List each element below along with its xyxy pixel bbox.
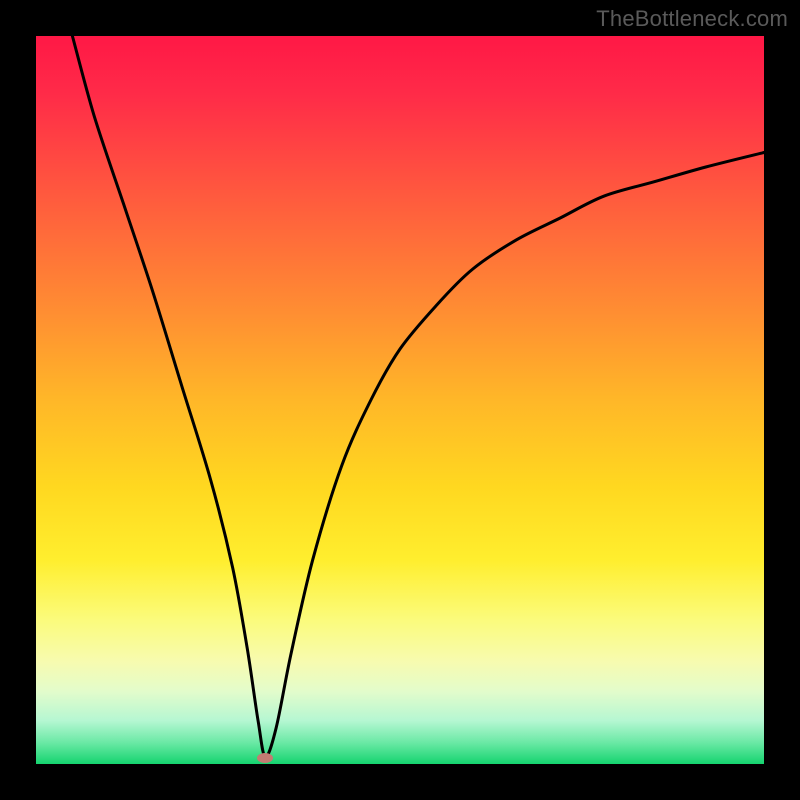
minimum-marker <box>257 753 273 763</box>
chart-frame: TheBottleneck.com <box>0 0 800 800</box>
watermark-text: TheBottleneck.com <box>596 6 788 32</box>
curve-path <box>72 36 764 757</box>
plot-area <box>36 36 764 764</box>
curve-svg <box>36 36 764 764</box>
